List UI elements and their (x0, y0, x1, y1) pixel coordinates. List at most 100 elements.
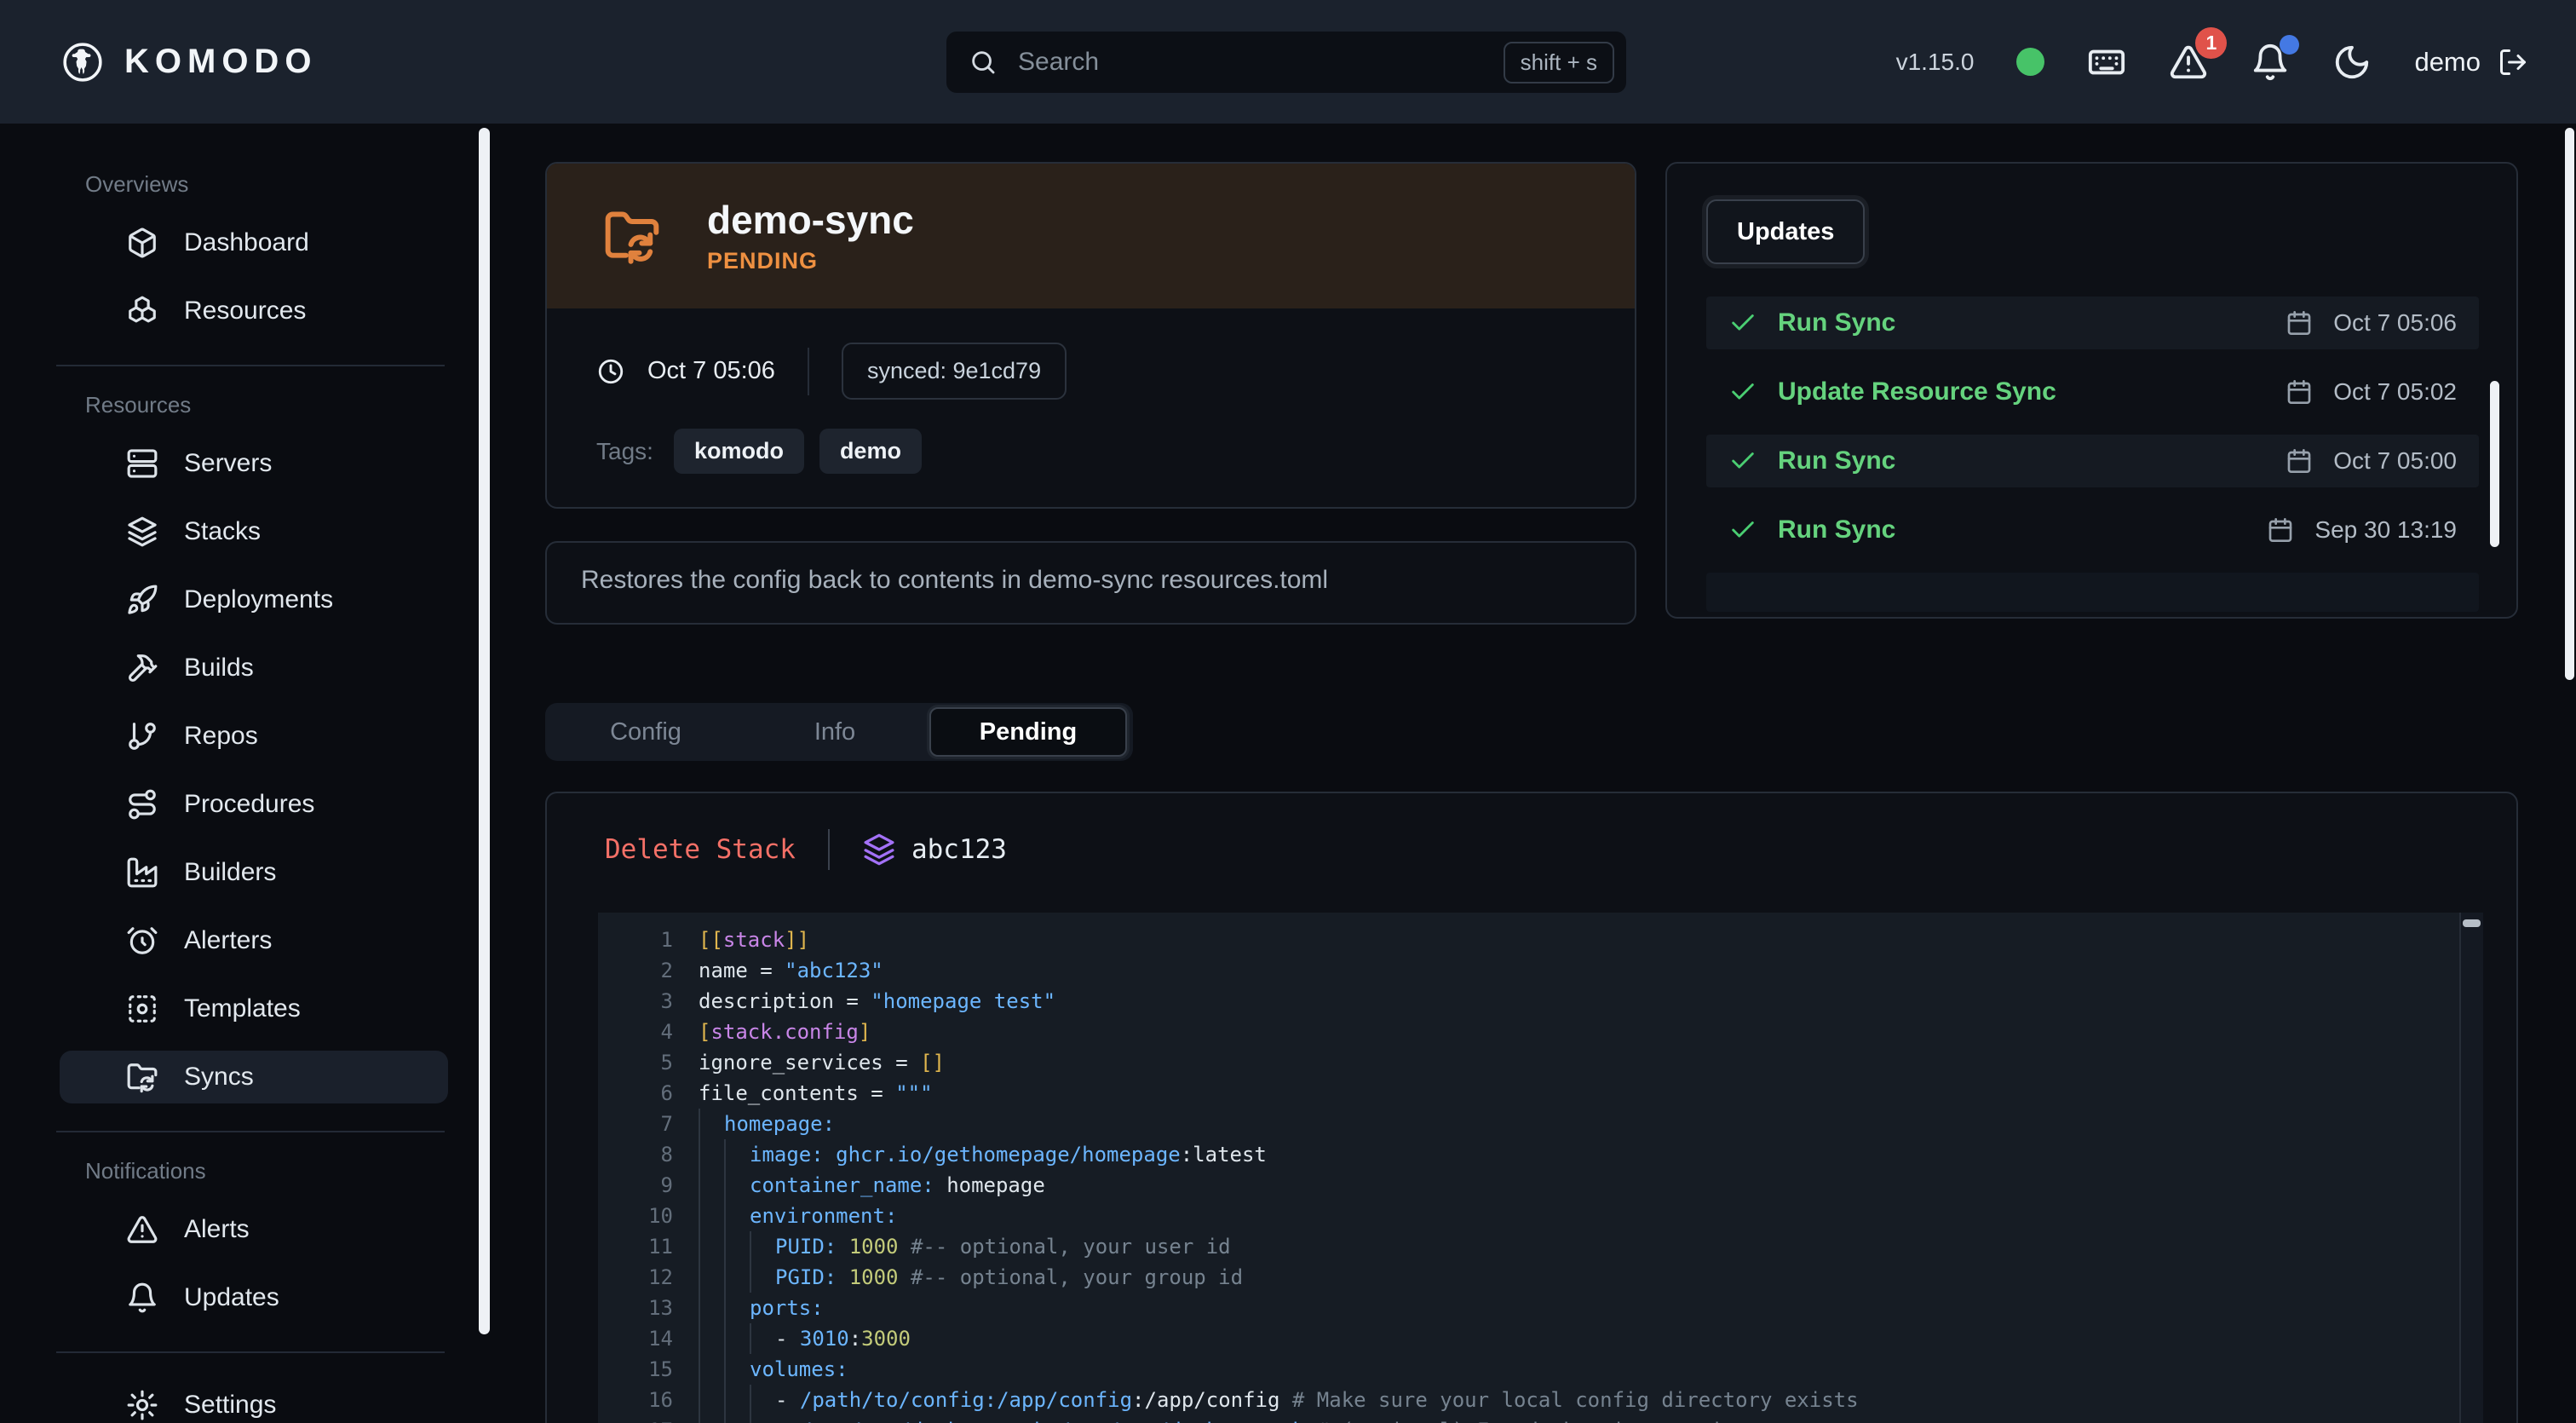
gear-icon (126, 1389, 158, 1421)
line-number: 16 (622, 1385, 673, 1415)
alerts-count-badge: 1 (2195, 27, 2227, 59)
tab-pending[interactable]: Pending (929, 707, 1127, 757)
update-timestamp: Oct 7 05:06 (2333, 309, 2457, 337)
bell-icon (126, 1282, 158, 1314)
sidebar-item-settings[interactable]: Settings (60, 1379, 448, 1423)
code-token: #-- optional, your user id (911, 1235, 1231, 1259)
tag-badge-demo[interactable]: demo (819, 429, 922, 474)
tag-badge-komodo[interactable]: komodo (674, 429, 804, 474)
code-line: 8image: ghcr.io/gethomepage/homepage:lat… (622, 1139, 2483, 1170)
pending-target[interactable]: abc123 (862, 832, 1007, 867)
code-token: volumes: (750, 1357, 848, 1381)
updates-scrollbar-thumb[interactable] (2490, 381, 2499, 547)
update-operation-label: Run Sync (1778, 446, 2265, 475)
indent-guide (724, 1385, 750, 1415)
pending-target-name: abc123 (911, 834, 1007, 865)
updates-bell-button[interactable] (2251, 43, 2290, 82)
update-row[interactable]: Update Resource SyncOct 7 05:02 (1706, 366, 2479, 418)
tab-info[interactable]: Info (740, 709, 929, 755)
sidebar-item-label: Stacks (184, 517, 261, 546)
synced-hash-badge: synced: 9e1cd79 (842, 343, 1067, 400)
sidebar-scrollbar-thumb[interactable] (479, 128, 490, 1334)
code-line: 13ports: (622, 1293, 2483, 1323)
home-link[interactable]: KOMODO (61, 0, 317, 124)
code-token: [] (920, 1051, 945, 1074)
git-branch-icon (126, 720, 158, 752)
keyboard-shortcuts-button[interactable] (2087, 43, 2126, 82)
theme-toggle-button[interactable] (2332, 43, 2372, 82)
indent-guide (724, 1201, 750, 1231)
clock-icon (596, 357, 625, 386)
sidebar-item-repos[interactable]: Repos (60, 710, 448, 763)
sidebar-item-label: Settings (184, 1391, 276, 1420)
line-number: 10 (622, 1201, 673, 1231)
alerts-button[interactable]: 1 (2169, 43, 2208, 82)
hammer-icon (126, 652, 158, 684)
update-operation-label: Run Sync (1778, 308, 2265, 337)
resource-title-banner: demo-sync PENDING (547, 164, 1635, 308)
package-icon (126, 227, 158, 259)
code-line: 15volumes: (622, 1354, 2483, 1385)
sidebar-item-resources[interactable]: Resources (60, 285, 448, 337)
user-menu[interactable]: demo (2414, 47, 2528, 78)
line-number: 12 (622, 1262, 673, 1293)
sidebar-item-servers[interactable]: Servers (60, 437, 448, 490)
update-row[interactable]: Run SyncOct 7 05:00 (1706, 435, 2479, 487)
indent-guide (750, 1323, 775, 1354)
server-icon (126, 447, 158, 480)
code-token: PGID: (775, 1265, 849, 1289)
sidebar-item-label: Deployments (184, 585, 333, 614)
indent-guide (699, 1262, 724, 1293)
tab-config[interactable]: Config (551, 709, 740, 755)
indent-guide (699, 1323, 724, 1354)
tags-row: Tags: komodo demo (596, 429, 1635, 474)
server-status-dot[interactable] (2016, 48, 2044, 76)
code-token: PUID: (775, 1235, 849, 1259)
line-number: 9 (622, 1170, 673, 1201)
code-scrollbar-thumb[interactable] (2463, 919, 2481, 927)
update-row[interactable]: Run SyncSep 30 13:19 (1706, 504, 2479, 556)
sidebar-item-updates[interactable]: Updates (60, 1271, 448, 1324)
indent-guide (699, 1231, 724, 1262)
code-token: file_contents = (699, 1081, 895, 1105)
update-row[interactable]: Run Sync Oct 7 05:06 (1706, 297, 2479, 349)
resource-header-card: demo-sync PENDING Oct 7 05:06 synced: 9e… (545, 162, 1636, 509)
code-editor[interactable]: 1[[stack]]2name = "abc123"3description =… (598, 913, 2483, 1423)
sidebar-item-procedures[interactable]: Procedures (60, 778, 448, 831)
tags-label: Tags: (596, 438, 653, 465)
rocket-icon (126, 584, 158, 616)
route-icon (126, 788, 158, 821)
code-lines: 1[[stack]]2name = "abc123"3description =… (598, 913, 2483, 1423)
indent-guide (699, 1385, 724, 1415)
line-number: 8 (622, 1139, 673, 1170)
sidebar-item-stacks[interactable]: Stacks (60, 505, 448, 558)
description-field[interactable]: Restores the config back to contents in … (545, 541, 1636, 625)
global-search[interactable]: shift + s (946, 32, 1626, 93)
sidebar-item-deployments[interactable]: Deployments (60, 573, 448, 626)
indent-guide (724, 1293, 750, 1323)
sidebar-item-builders[interactable]: Builders (60, 846, 448, 899)
search-input[interactable] (1016, 47, 1485, 78)
code-scrollbar-track[interactable] (2459, 913, 2483, 1423)
line-number: 13 (622, 1293, 673, 1323)
indent-guide (750, 1262, 775, 1293)
page-scrollbar-thumb[interactable] (2565, 128, 2574, 680)
sidebar-item-builds[interactable]: Builds (60, 642, 448, 694)
sidebar-item-alerts[interactable]: Alerts (60, 1203, 448, 1256)
sidebar-item-alerters[interactable]: Alerters (60, 914, 448, 967)
line-number: 7 (622, 1109, 673, 1139)
check-icon (1728, 308, 1757, 337)
code-line: 1[[stack]] (622, 925, 2483, 955)
status-badge: PENDING (707, 250, 914, 273)
sidebar-item-dashboard[interactable]: Dashboard (60, 216, 448, 269)
resource-meta-row: Oct 7 05:06 synced: 9e1cd79 (596, 343, 1635, 400)
indent-guide (699, 1354, 724, 1385)
check-icon (1728, 516, 1757, 544)
folder-sync-icon (126, 1061, 158, 1093)
sidebar-item-templates[interactable]: Templates (60, 982, 448, 1035)
check-icon (1728, 377, 1757, 406)
alert-triangle-icon (126, 1213, 158, 1246)
sidebar-item-syncs[interactable]: Syncs (60, 1051, 448, 1103)
updates-button[interactable]: Updates (1706, 199, 1865, 264)
code-token: - (775, 1388, 800, 1412)
